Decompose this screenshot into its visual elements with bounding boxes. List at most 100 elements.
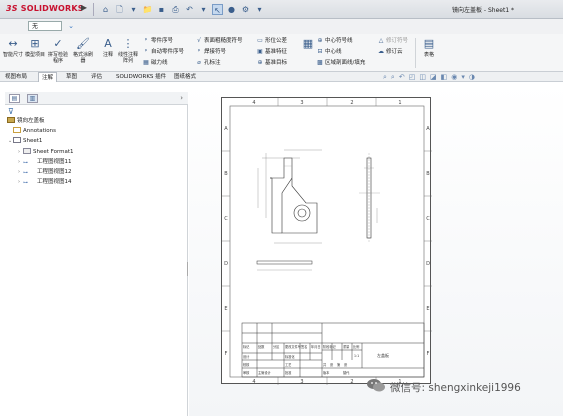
hole-callout-button[interactable]: ⌀ 孔标注 bbox=[195, 59, 220, 67]
spell-check-button[interactable]: ✓ 拼写检验程序 bbox=[47, 37, 69, 64]
revision-cloud-button[interactable]: ☁ 修订云 bbox=[377, 48, 403, 56]
geometric-tolerance-button[interactable]: ▭ 形位公差 bbox=[256, 37, 287, 45]
zone-label: A bbox=[224, 126, 228, 132]
table-icon: ▤ bbox=[423, 37, 435, 50]
center-mark-button[interactable]: ⊕ 中心符号线 bbox=[316, 37, 352, 45]
svg-text:替代: 替代 bbox=[343, 370, 350, 375]
svg-text:左盖板: 左盖板 bbox=[377, 352, 389, 358]
tab-annotation[interactable]: 注解 bbox=[38, 72, 58, 82]
solidworks-logo[interactable]: 3S SOLIDWORKS bbox=[6, 4, 84, 13]
undo-icon[interactable]: ↶ bbox=[184, 4, 195, 15]
menu-expand-arrow-icon[interactable]: ▶ bbox=[79, 3, 89, 15]
chevron-right-icon[interactable]: › bbox=[180, 94, 183, 102]
svg-text:第: 第 bbox=[337, 362, 341, 367]
view-settings-icon[interactable]: ◑ bbox=[469, 73, 475, 81]
options-dropdown-icon[interactable]: ▾ bbox=[254, 4, 265, 15]
drawing-sheet[interactable]: 4 3 2 1 4 3 2 1 A B C D E F A B C D E F bbox=[221, 97, 432, 385]
blocks-button[interactable]: ▦ bbox=[301, 37, 313, 52]
balloon-button[interactable]: ᵖ 零件序号 bbox=[142, 37, 173, 45]
centerline-button[interactable]: ⊟ 中心线 bbox=[316, 48, 341, 56]
view-orientation-icon[interactable]: ◫ bbox=[419, 73, 426, 81]
dropdown-arrow-icon[interactable]: ▾ bbox=[198, 4, 209, 15]
title-bar: 3S SOLIDWORKS ▶ ⌂ 🗋 ▾ 📁 ▪ ⎙ ↶ ▾ ↖ ● ⚙ ▾ … bbox=[0, 0, 563, 19]
print-icon[interactable]: ⎙ bbox=[170, 4, 181, 15]
pattern-icon: ⋮ bbox=[122, 37, 134, 50]
annotations-icon bbox=[13, 127, 21, 133]
center-mark-icon: ⊕ bbox=[317, 37, 323, 44]
svg-text:1:1: 1:1 bbox=[354, 354, 359, 358]
layer-dropdown[interactable]: 无 bbox=[28, 21, 62, 31]
tree-root[interactable]: 镜向左盖板 bbox=[7, 117, 45, 126]
tree-sheet[interactable]: ⌄ Sheet1 bbox=[8, 137, 42, 146]
surface-finish-button[interactable]: √ 表面粗糙度符号 bbox=[195, 37, 242, 45]
appearance-icon[interactable]: ◉ bbox=[451, 73, 457, 81]
zone-label: 3 bbox=[300, 379, 303, 385]
tab-sheet-format[interactable]: 图纸格式 bbox=[171, 72, 199, 82]
tab-solidworks-addins[interactable]: SOLIDWORKS 插件 bbox=[113, 72, 169, 82]
note-button[interactable]: A 注释 bbox=[97, 37, 119, 58]
auto-balloon-button[interactable]: ᵖ 自动零件序号 bbox=[142, 48, 184, 56]
tree-drawing-view[interactable]: › ⊶ 工程图视图12 bbox=[18, 168, 72, 177]
filter-icon[interactable]: ⊽ bbox=[8, 107, 14, 116]
tree-annotations[interactable]: Annotations bbox=[13, 127, 56, 136]
zone-label: 4 bbox=[252, 100, 255, 106]
svg-text:签名: 签名 bbox=[301, 344, 307, 349]
tab-view-layout[interactable]: 视图布局 bbox=[2, 72, 30, 82]
property-manager-tab-icon[interactable]: ▥ bbox=[27, 94, 38, 103]
select-pointer-icon[interactable]: ↖ bbox=[212, 4, 223, 15]
command-manager-tabs: 视图布局 注解 草图 评估 SOLIDWORKS 插件 图纸格式 ⌕ ⌕ ↶ ◰… bbox=[0, 72, 563, 82]
spell-check-icon: ✓ bbox=[53, 37, 63, 50]
graphics-area[interactable]: 4 3 2 1 4 3 2 1 A B C D E F A B C D E F bbox=[189, 82, 563, 416]
area-hatch-icon: ▩ bbox=[317, 59, 323, 66]
open-icon[interactable]: ▾ bbox=[128, 4, 139, 15]
magnetic-line-button[interactable]: ▦ 磁力线 bbox=[142, 59, 167, 67]
svg-text:重量: 重量 bbox=[343, 344, 350, 349]
dropdown-arrow-icon[interactable]: ⌄ bbox=[64, 21, 78, 31]
zoom-to-fit-icon[interactable]: ⌕ bbox=[383, 73, 387, 81]
home-icon[interactable]: ⌂ bbox=[100, 4, 111, 15]
model-items-button[interactable]: ⊞ 模型项目 bbox=[24, 37, 46, 58]
previous-view-icon[interactable]: ↶ bbox=[399, 73, 405, 81]
hole-callout-icon: ⌀ bbox=[197, 59, 201, 66]
datum-target-button[interactable]: ⊕ 基准目标 bbox=[256, 59, 287, 67]
hide-show-icon[interactable]: ◧ bbox=[441, 73, 448, 81]
drawing-sheet-graphics: 4 3 2 1 4 3 2 1 A B C D E F A B C D E F bbox=[222, 98, 432, 385]
svg-text:分区: 分区 bbox=[273, 344, 280, 349]
options-gear-icon[interactable]: ⚙ bbox=[240, 4, 251, 15]
zoom-area-icon[interactable]: ⌕ bbox=[391, 73, 395, 81]
svg-text:批准: 批准 bbox=[285, 370, 292, 375]
format-painter-button[interactable]: 🖌 格式涂刷器 bbox=[72, 37, 94, 64]
weld-symbol-button[interactable]: ᵖ 焊接符号 bbox=[195, 48, 226, 56]
tree-drawing-view[interactable]: › ⊶ 工程图视图11 bbox=[18, 158, 72, 167]
area-hatch-button[interactable]: ▩ 区域剖面线/填充 bbox=[316, 59, 365, 67]
section-view-icon[interactable]: ◰ bbox=[409, 73, 416, 81]
scene-icon[interactable]: ▾ bbox=[461, 73, 465, 81]
zone-label: F bbox=[225, 351, 228, 357]
svg-text:张: 张 bbox=[330, 362, 334, 367]
zone-label: D bbox=[426, 261, 430, 267]
drawing-view-icon: ⊶ bbox=[23, 160, 28, 166]
open-folder-icon[interactable]: 📁 bbox=[142, 4, 153, 15]
sheet-format-icon bbox=[23, 148, 31, 154]
tree-sheet-format[interactable]: › Sheet Format1 bbox=[18, 148, 74, 157]
new-document-icon[interactable]: 🗋 bbox=[114, 4, 125, 15]
secondary-toolbar: 无 ⌄ bbox=[0, 19, 563, 34]
zone-label: 2 bbox=[350, 100, 353, 106]
tab-evaluate[interactable]: 评估 bbox=[88, 72, 105, 82]
revision-symbol-button[interactable]: △ 修订符号 bbox=[377, 37, 408, 45]
zone-label: E bbox=[426, 306, 429, 312]
display-style-icon[interactable]: ◪ bbox=[430, 73, 437, 81]
svg-text:张: 张 bbox=[344, 362, 348, 367]
smart-dimension-button[interactable]: ↔ 智能尺寸 bbox=[2, 37, 24, 58]
quick-access-toolbar: ⌂ 🗋 ▾ 📁 ▪ ⎙ ↶ ▾ ↖ ● ⚙ ▾ bbox=[100, 3, 265, 16]
save-icon[interactable]: ▪ bbox=[156, 4, 167, 15]
tab-sketch[interactable]: 草图 bbox=[63, 72, 80, 82]
feature-tree-tab-icon[interactable]: ▤ bbox=[9, 94, 20, 103]
rebuild-icon[interactable]: ● bbox=[226, 4, 237, 15]
linear-note-pattern-button[interactable]: ⋮ 线性注释阵列 bbox=[117, 37, 139, 64]
geometric-tolerance-icon: ▭ bbox=[257, 37, 263, 44]
tree-drawing-view[interactable]: › ⊶ 工程图视图14 bbox=[18, 178, 72, 187]
table-button[interactable]: ▤ 表格 bbox=[418, 37, 440, 58]
datum-feature-button[interactable]: ▣ 基准特征 bbox=[256, 48, 287, 56]
blocks-icon: ▦ bbox=[302, 37, 314, 50]
